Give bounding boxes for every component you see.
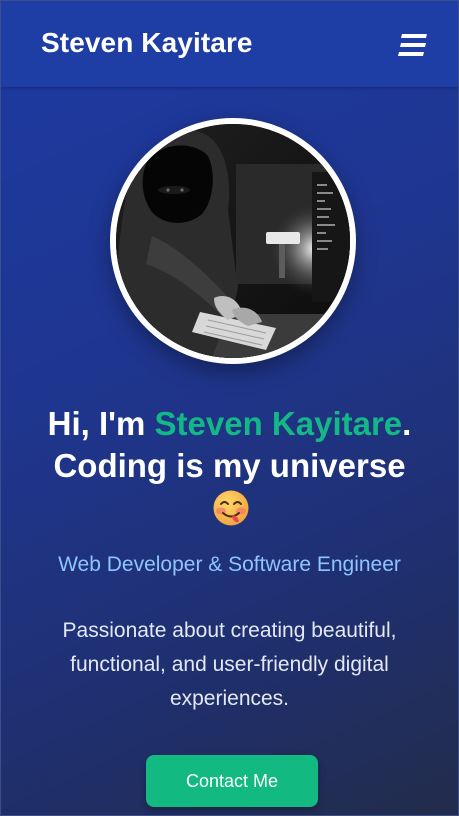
navbar: Steven Kayitare bbox=[0, 0, 459, 87]
hero-tagline: Coding is my universe bbox=[53, 447, 406, 484]
hero-subtitle: Web Developer & Software Engineer bbox=[58, 553, 401, 576]
greeting-suffix: . bbox=[402, 405, 412, 442]
avatar-frame bbox=[110, 118, 356, 364]
hero-headline: Hi, I'm Steven Kayitare. Coding is my un… bbox=[0, 403, 459, 487]
brand-title[interactable]: Steven Kayitare bbox=[41, 27, 253, 59]
hamburger-menu-icon bbox=[398, 34, 427, 56]
face-savoring-food-emoji-icon bbox=[212, 489, 250, 527]
hooded-coder-avatar bbox=[116, 124, 350, 358]
hero-name: Steven Kayitare bbox=[154, 405, 403, 442]
avatar bbox=[116, 124, 350, 358]
hero-description: Passionate about creating beautiful, fun… bbox=[62, 619, 397, 710]
menu-button[interactable] bbox=[394, 30, 430, 62]
contact-me-button[interactable]: Contact Me bbox=[146, 755, 318, 807]
greeting-prefix: Hi, I'm bbox=[47, 405, 155, 442]
